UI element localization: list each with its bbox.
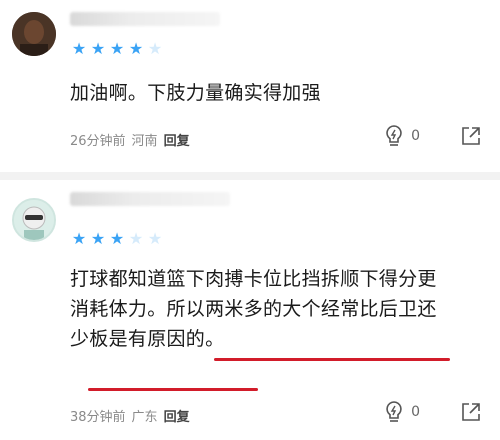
star-icon: ★: [71, 39, 87, 58]
comment-location: 广东: [131, 410, 158, 425]
comment-item: ★ ★ ★ ★ ★ 加油啊。下肢力量确实得加强 26分钟前 河南 回复 0: [0, 0, 500, 172]
star-icon: ★: [147, 229, 163, 248]
comment-text: 加油啊。下肢力量确实得加强: [70, 82, 321, 104]
comment-text-line: 打球都知道篮下肉搏卡位比挡拆顺下得分更: [70, 268, 437, 290]
star-icon: ★: [147, 39, 163, 58]
comment-meta: 26分钟前 河南 回复: [70, 130, 190, 149]
comment-time: 38分钟前: [70, 410, 126, 425]
star-icon: ★: [90, 39, 106, 58]
star-rating: ★ ★ ★ ★ ★: [70, 40, 164, 58]
lightbulb-icon: [386, 125, 402, 146]
star-icon: ★: [128, 39, 144, 58]
divider: [0, 172, 500, 180]
share-button[interactable]: [460, 401, 482, 423]
comment-actions: 0: [383, 400, 482, 424]
comment-actions: 0: [383, 124, 482, 148]
like-button[interactable]: 0: [383, 124, 420, 148]
star-icon: ★: [128, 229, 144, 248]
star-icon: ★: [90, 229, 106, 248]
highlight-underline: [88, 388, 258, 391]
comment-text: 打球都知道篮下肉搏卡位比挡拆顺下得分更 消耗体力。所以两米多的大个经常比后卫还 …: [70, 264, 470, 354]
share-button[interactable]: [460, 125, 482, 147]
lightbulb-icon: [386, 401, 402, 422]
avatar[interactable]: [12, 198, 56, 242]
share-icon: [462, 403, 480, 421]
comment-text-line: 消耗体力。所以两米多的大个经常比后卫还: [70, 298, 437, 320]
username-blurred[interactable]: [70, 192, 230, 206]
star-icon: ★: [71, 229, 87, 248]
like-count: 0: [411, 404, 420, 420]
star-icon: ★: [109, 39, 125, 58]
comment-meta: 38分钟前 广东 回复: [70, 406, 190, 425]
username-blurred[interactable]: [70, 12, 220, 26]
comment-item: ★ ★ ★ ★ ★ 打球都知道篮下肉搏卡位比挡拆顺下得分更 消耗体力。所以两米多…: [0, 180, 500, 440]
comment-location: 河南: [131, 134, 158, 149]
share-icon: [462, 127, 480, 145]
star-rating: ★ ★ ★ ★ ★: [70, 230, 164, 248]
avatar[interactable]: [12, 12, 56, 56]
like-count: 0: [411, 128, 420, 144]
comment-text-line: 少板是有原因的。: [70, 328, 225, 350]
reply-button[interactable]: 回复: [164, 130, 190, 149]
highlight-underline: [214, 358, 450, 361]
star-icon: ★: [109, 229, 125, 248]
reply-button[interactable]: 回复: [164, 406, 190, 425]
comment-time: 26分钟前: [70, 134, 126, 149]
like-button[interactable]: 0: [383, 400, 420, 424]
